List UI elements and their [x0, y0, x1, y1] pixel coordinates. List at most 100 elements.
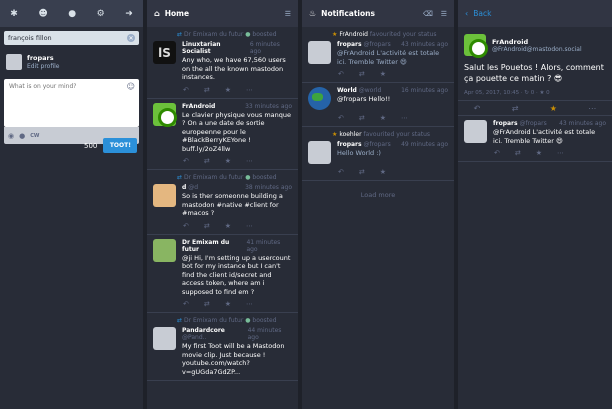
boost-icon[interactable]: ⇄ — [204, 222, 210, 230]
display-name[interactable]: Pandardcore — [182, 327, 225, 334]
booster-name[interactable]: Dr Emixam du futur — [184, 31, 243, 38]
status[interactable]: Dr Emixam du futur 41 minutes ago @ji Hi… — [147, 235, 298, 313]
notification[interactable]: ★ koehler favourited your status fropars… — [302, 127, 454, 181]
compose-textarea[interactable] — [9, 83, 134, 123]
status[interactable]: ⇄ Dr Emixam du futur ● boosted d @d 38 m… — [147, 170, 298, 235]
timestamp[interactable]: 49 minutes ago — [401, 141, 448, 148]
account-name[interactable]: fropars — [27, 54, 59, 62]
avatar[interactable] — [153, 184, 176, 207]
avatar[interactable] — [308, 141, 331, 164]
status[interactable]: ⇄ Dr Emixam du futur ● boosted lS Linuxt… — [147, 27, 298, 99]
back-button[interactable]: ‹ Back — [458, 0, 612, 27]
column-settings-icon[interactable]: ☰ — [441, 10, 447, 18]
avatar[interactable] — [308, 41, 331, 64]
boost-icon[interactable]: ⇄ — [204, 300, 210, 308]
camera-icon[interactable]: ◉ — [8, 132, 14, 140]
display-name[interactable]: fropars — [493, 120, 518, 127]
display-name[interactable]: FrAndroid — [492, 38, 582, 46]
favourite-icon[interactable]: ★ — [380, 168, 386, 176]
gear-icon[interactable]: ⚙ — [97, 9, 105, 19]
more-icon[interactable]: ⋯ — [557, 149, 564, 157]
status[interactable]: FrAndroid 33 minutes ago Le clavier phys… — [147, 99, 298, 170]
actor-name[interactable]: FrAndroid — [339, 31, 368, 38]
timestamp[interactable]: 16 minutes ago — [401, 87, 448, 94]
avatar[interactable] — [464, 34, 488, 58]
reply-icon[interactable]: ↶ — [338, 168, 344, 176]
globe-icon[interactable]: ● — [68, 9, 76, 19]
display-name[interactable]: World — [337, 87, 357, 94]
display-name[interactable]: FrAndroid — [182, 103, 215, 110]
timestamp[interactable]: 6 minutes ago — [250, 41, 292, 55]
more-icon[interactable]: ⋯ — [246, 86, 253, 94]
clear-search-icon[interactable]: ✕ — [127, 34, 135, 42]
avatar[interactable] — [6, 54, 22, 70]
avatar[interactable]: lS — [153, 41, 176, 64]
boost-icon[interactable]: ⇄ — [512, 104, 519, 113]
more-icon[interactable]: ⋯ — [246, 222, 253, 230]
edit-profile-link[interactable]: Edit profile — [27, 63, 59, 70]
favourite-icon[interactable]: ★ — [380, 70, 386, 78]
avatar[interactable] — [153, 327, 176, 350]
sign-out-icon[interactable]: ➜ — [125, 9, 133, 19]
boost-icon[interactable]: ⇄ — [359, 70, 365, 78]
timestamp[interactable]: 41 minutes ago — [246, 239, 292, 253]
favourite-icon[interactable]: ★ — [536, 149, 542, 157]
column-settings-icon[interactable]: ☰ — [285, 10, 291, 18]
content-warning-toggle[interactable]: CW — [30, 133, 39, 139]
favourite-icon[interactable]: ★ — [225, 157, 231, 165]
reply-status[interactable]: fropars @fropars 43 minutes ago @FrAndro… — [458, 116, 612, 162]
avatar[interactable] — [153, 102, 177, 127]
reply-icon[interactable]: ↶ — [338, 114, 344, 122]
timestamp[interactable]: 38 minutes ago — [245, 184, 292, 191]
timestamp[interactable]: 43 minutes ago — [401, 41, 448, 48]
favourite-icon[interactable]: ★ — [225, 86, 231, 94]
reply-icon[interactable]: ↶ — [494, 149, 500, 157]
reply-icon[interactable]: ↶ — [183, 222, 189, 230]
toot-button[interactable]: TOOT! — [103, 138, 138, 153]
avatar[interactable] — [464, 120, 487, 143]
reply-icon[interactable]: ↶ — [338, 70, 344, 78]
display-name[interactable]: fropars — [337, 41, 362, 48]
status-author[interactable]: FrAndroid @FrAndroid@mastodon.social — [464, 34, 606, 58]
display-name[interactable]: d — [182, 184, 186, 191]
avatar[interactable] — [153, 238, 176, 262]
reply-icon[interactable]: ↶ — [474, 104, 481, 113]
boost-icon[interactable]: ⇄ — [204, 86, 210, 94]
favourite-icon[interactable]: ★ — [225, 222, 231, 230]
boost-icon[interactable]: ⇄ — [204, 157, 210, 165]
more-icon[interactable]: ⋯ — [246, 300, 253, 308]
more-icon[interactable]: ⋯ — [401, 114, 408, 122]
notifications-header[interactable]: ♨ Notifications ⌫ ☰ — [302, 0, 454, 27]
more-icon[interactable]: ⋯ — [246, 157, 253, 165]
actor-name[interactable]: koehler — [339, 131, 361, 138]
display-name[interactable]: fropars — [337, 141, 362, 148]
status[interactable]: ⇄ Dr Emixam du futur ● boosted Pandardco… — [147, 313, 298, 381]
privacy-globe-icon[interactable]: ● — [19, 132, 25, 140]
boost-icon[interactable]: ⇄ — [359, 168, 365, 176]
display-name[interactable]: Linuxtarian Socialist — [182, 41, 250, 55]
load-more-button[interactable]: Load more — [302, 181, 454, 209]
favourite-icon[interactable]: ★ — [550, 104, 557, 113]
display-name[interactable]: Dr Emixam du futur — [182, 239, 246, 253]
notification[interactable]: World @world 16 minutes ago @fropars Hel… — [302, 83, 454, 127]
trash-icon[interactable]: ⌫ — [423, 10, 433, 18]
getting-started-icon[interactable]: ✱ — [10, 9, 18, 19]
favourite-icon[interactable]: ★ — [380, 114, 386, 122]
home-header[interactable]: ⌂ Home ☰ — [147, 0, 298, 27]
more-icon[interactable]: ⋯ — [588, 104, 596, 113]
reply-icon[interactable]: ↶ — [183, 157, 189, 165]
booster-name[interactable]: Dr Emixam du futur — [184, 317, 243, 324]
timestamp[interactable]: 43 minutes ago — [559, 120, 606, 127]
notification[interactable]: ★ FrAndroid favourited your status fropa… — [302, 27, 454, 83]
users-icon[interactable]: ☻ — [38, 9, 47, 19]
boost-icon[interactable]: ⇄ — [515, 149, 521, 157]
timestamp[interactable]: 44 minutes ago — [248, 327, 292, 341]
avatar[interactable] — [308, 87, 331, 110]
emoji-picker-icon[interactable]: ☺ — [127, 82, 135, 91]
booster-name[interactable]: Dr Emixam du futur — [184, 174, 243, 181]
reply-icon[interactable]: ↶ — [183, 300, 189, 308]
search-input[interactable] — [8, 34, 127, 42]
reply-icon[interactable]: ↶ — [183, 86, 189, 94]
timestamp[interactable]: 33 minutes ago — [245, 103, 292, 110]
boost-icon[interactable]: ⇄ — [359, 114, 365, 122]
